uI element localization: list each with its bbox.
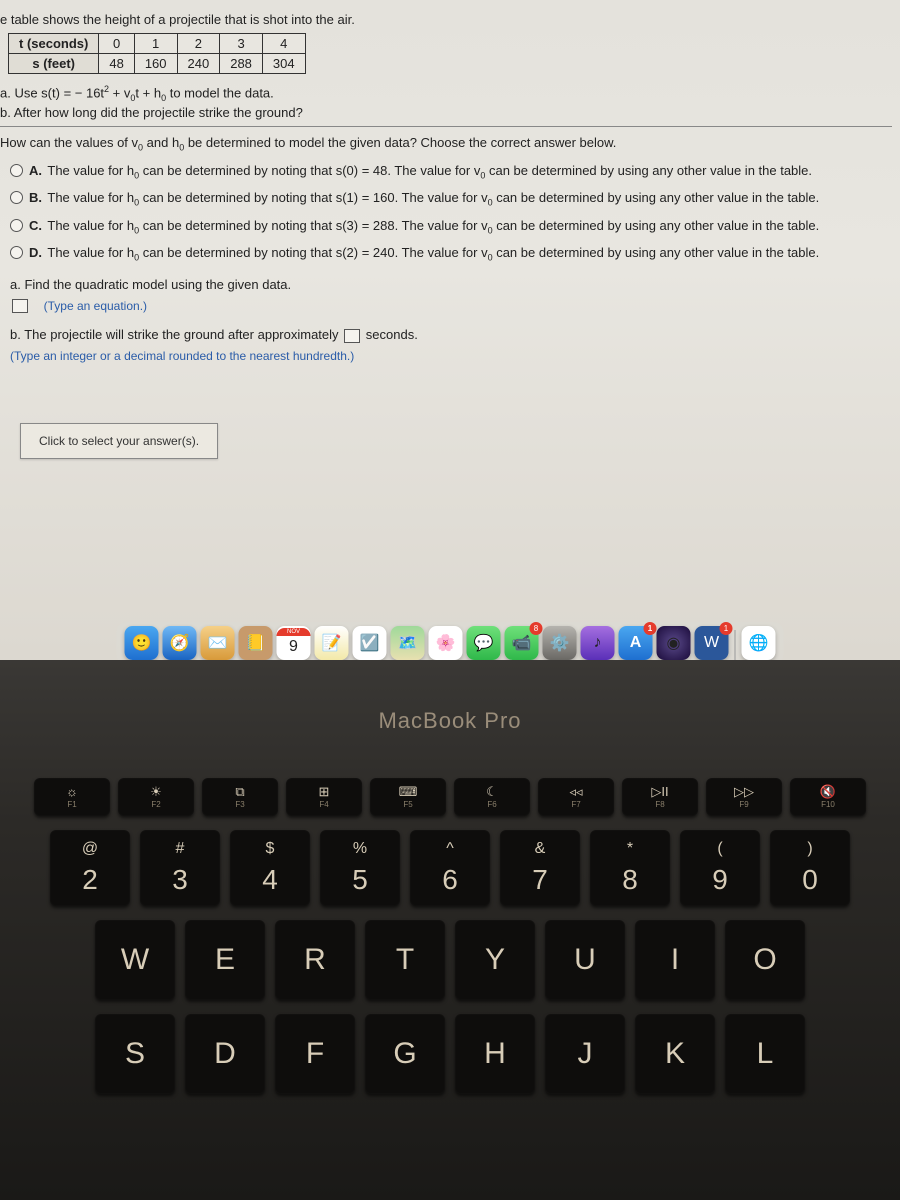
appstore-icon[interactable]: A1 [619,626,653,660]
brand-label: MacBook Pro [0,660,900,764]
key-f5[interactable]: ⌨F5 [370,778,446,816]
part-b: b. After how long did the projectile str… [0,105,892,120]
intro-text: e table shows the height of a projectile… [0,12,892,27]
reminders-icon[interactable]: ☑️ [353,626,387,660]
number-key-row: @2 #3 $4 %5 ^6 &7 *8 (9 )0 [0,830,900,906]
word-icon[interactable]: W1 [695,626,729,660]
key-f1[interactable]: ☼F1 [34,778,110,816]
key-u[interactable]: U [545,920,625,1000]
key-f2[interactable]: ☀F2 [118,778,194,816]
facetime-icon[interactable]: 📹8 [505,626,539,660]
key-f10[interactable]: 🔇F10 [790,778,866,816]
chrome-icon[interactable]: 🌐 [742,626,776,660]
choice-c[interactable]: C. The value for h0 can be determined by… [10,218,892,236]
s2: 240 [177,54,220,74]
key-d[interactable]: D [185,1014,265,1094]
key-f7[interactable]: ◃◃F7 [538,778,614,816]
equation-input[interactable] [12,299,28,313]
qwerty-row: W E R T Y U I O [0,920,900,1000]
function-key-row: ☼F1 ☀F2 ⧉F3 ⊞F4 ⌨F5 ☾F6 ◃◃F7 ▷IIF8 ▷▷F9 … [0,778,900,816]
t0: 0 [99,34,134,54]
key-o[interactable]: O [725,920,805,1000]
key-l[interactable]: L [725,1014,805,1094]
sub-question-a: a. Find the quadratic model using the gi… [10,277,892,292]
laptop-body: MacBook Pro ☼F1 ☀F2 ⧉F3 ⊞F4 ⌨F5 ☾F6 ◃◃F7… [0,660,900,1200]
key-g[interactable]: G [365,1014,445,1094]
choice-a[interactable]: A. The value for h0 can be determined by… [10,163,892,181]
key-6[interactable]: ^6 [410,830,490,906]
key-2[interactable]: @2 [50,830,130,906]
key-h[interactable]: H [455,1014,535,1094]
key-j[interactable]: J [545,1014,625,1094]
contacts-icon[interactable]: 📒 [239,626,273,660]
maps-icon[interactable]: 🗺️ [391,626,425,660]
hint-a: (Type an equation.) [44,299,147,313]
hint-b: (Type an integer or a decimal rounded to… [10,349,892,363]
key-3[interactable]: #3 [140,830,220,906]
key-y[interactable]: Y [455,920,535,1000]
radio-c[interactable] [10,219,23,232]
mail-icon[interactable]: ✉️ [201,626,235,660]
t1: 1 [134,34,177,54]
sub-question-b: b. The projectile will strike the ground… [10,327,892,343]
radio-a[interactable] [10,164,23,177]
key-7[interactable]: &7 [500,830,580,906]
key-f4[interactable]: ⊞F4 [286,778,362,816]
key-f9[interactable]: ▷▷F9 [706,778,782,816]
s4: 304 [262,54,305,74]
t4: 4 [262,34,305,54]
key-9[interactable]: (9 [680,830,760,906]
asdf-row: S D F G H J K L [0,1014,900,1094]
dock: 🙂 🧭 ✉️ 📒 NOV 9 📝 ☑️ 🗺️ 🌸 💬 📹8 ⚙️ ♪ A1 ◉ … [117,622,784,660]
key-5[interactable]: %5 [320,830,400,906]
choice-b[interactable]: B. The value for h0 can be determined by… [10,190,892,208]
t2: 2 [177,34,220,54]
key-f[interactable]: F [275,1014,355,1094]
radio-d[interactable] [10,246,23,259]
choice-d[interactable]: D. The value for h0 can be determined by… [10,245,892,263]
key-s[interactable]: S [95,1014,175,1094]
key-w[interactable]: W [95,920,175,1000]
key-4[interactable]: $4 [230,830,310,906]
key-k[interactable]: K [635,1014,715,1094]
key-t[interactable]: T [365,920,445,1000]
calendar-icon[interactable]: NOV 9 [277,626,311,660]
radio-b[interactable] [10,191,23,204]
itunes-icon[interactable]: ♪ [581,626,615,660]
row1-label: t (seconds) [9,34,99,54]
photos-icon[interactable]: 🌸 [429,626,463,660]
key-e[interactable]: E [185,920,265,1000]
safari-icon[interactable]: 🧭 [163,626,197,660]
notes-icon[interactable]: 📝 [315,626,349,660]
key-r[interactable]: R [275,920,355,1000]
select-answer-bar[interactable]: Click to select your answer(s). [20,423,218,459]
part-a: a. Use s(t) = − 16t2 + v0t + h0 to model… [0,84,892,103]
s1: 160 [134,54,177,74]
row2-label: s (feet) [9,54,99,74]
finder-icon[interactable]: 🙂 [125,626,159,660]
prefs-icon[interactable]: ⚙️ [543,626,577,660]
key-f6[interactable]: ☾F6 [454,778,530,816]
siri-icon[interactable]: ◉ [657,626,691,660]
messages-icon[interactable]: 💬 [467,626,501,660]
key-0[interactable]: )0 [770,830,850,906]
key-f3[interactable]: ⧉F3 [202,778,278,816]
seconds-input[interactable] [344,329,360,343]
main-question: How can the values of v0 and h0 be deter… [0,135,892,153]
s0: 48 [99,54,134,74]
key-i[interactable]: I [635,920,715,1000]
t3: 3 [220,34,263,54]
key-8[interactable]: *8 [590,830,670,906]
data-table: t (seconds) 0 1 2 3 4 s (feet) 48 160 24… [8,33,306,74]
s3: 288 [220,54,263,74]
key-f8[interactable]: ▷IIF8 [622,778,698,816]
